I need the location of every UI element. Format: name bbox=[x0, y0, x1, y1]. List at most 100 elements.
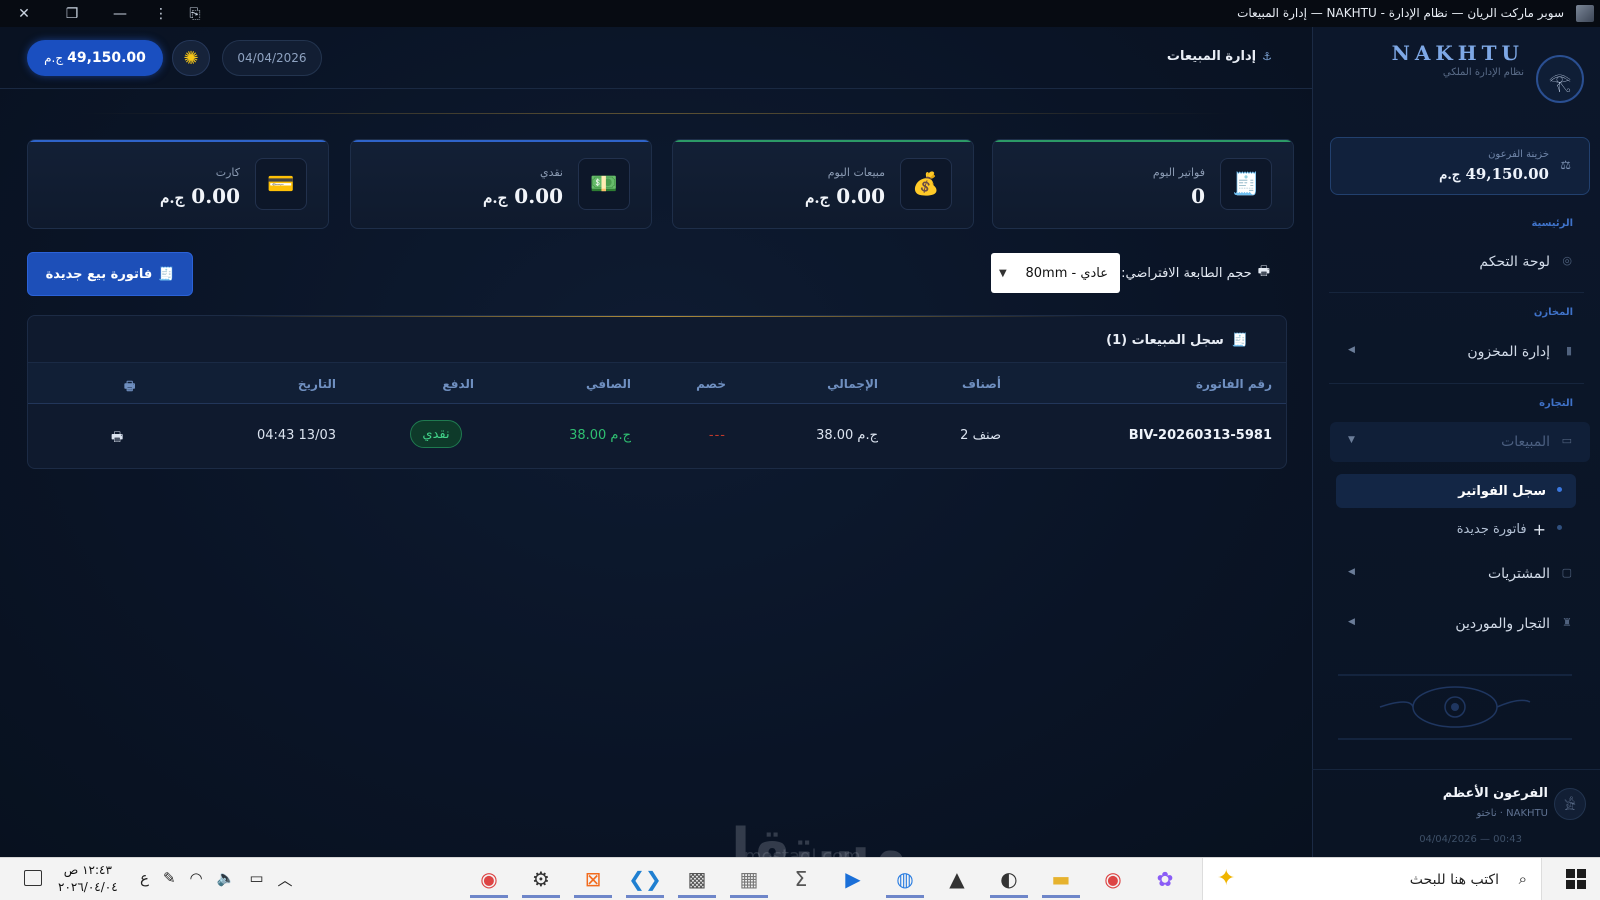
notification-icon[interactable] bbox=[24, 870, 42, 886]
printer-icon: 🖶 bbox=[1257, 264, 1270, 279]
eye-of-horus-decoration bbox=[1338, 674, 1572, 740]
scale-icon: ⚖ bbox=[1560, 158, 1571, 172]
settings-gear-icon[interactable]: ⚙ bbox=[522, 862, 560, 898]
receipt-icon: 🧾 bbox=[1231, 333, 1248, 348]
balance-currency: ج.م bbox=[44, 51, 64, 65]
col-net[interactable]: الصافي bbox=[586, 377, 631, 391]
table-row[interactable]: BIV-20260313-5981 2 صنف 38.00 ج.م --- 38… bbox=[28, 405, 1286, 465]
chrome-alt-icon[interactable]: ◉ bbox=[1094, 862, 1132, 898]
cash-icon: 💵 bbox=[578, 158, 630, 210]
sidebar-item-sales[interactable]: ▭ المبيعات ▼ bbox=[1330, 422, 1590, 462]
invoice-number[interactable]: BIV-20260313-5981 bbox=[1129, 428, 1272, 443]
printer-size-select[interactable]: ▼ 80mm - عادي bbox=[991, 253, 1120, 293]
sidebar-item-label: إدارة المخزون bbox=[1467, 344, 1550, 360]
net-amount: 38.00 ج.م bbox=[569, 428, 631, 443]
main-content: 49,150.00 ج.م ✺ 04/04/2026 ⚓ إدارة المبي… bbox=[0, 27, 1312, 882]
battery-icon[interactable]: ▭ bbox=[249, 869, 263, 890]
treasury-value: 49,150.00 ج.م bbox=[1439, 165, 1549, 183]
col-date[interactable]: التاريخ bbox=[298, 377, 336, 391]
lang-indicator[interactable]: ع bbox=[140, 869, 149, 890]
wifi-icon[interactable]: ◠ bbox=[190, 869, 203, 890]
col-invoice[interactable]: رقم الفاتورة bbox=[1196, 377, 1272, 391]
search-placeholder: اكتب هنا للبحث bbox=[1409, 871, 1499, 888]
col-items[interactable]: أصناف bbox=[962, 377, 1001, 391]
balance-value: 49,150.00 bbox=[67, 50, 146, 66]
col-total[interactable]: الإجمالي bbox=[827, 377, 878, 391]
brand: NAKHTU نظام الإدارة الملكي bbox=[1392, 41, 1524, 78]
vscode-icon[interactable]: ❮❯ bbox=[626, 862, 664, 898]
clock-time: ١٢:٤٣ ص bbox=[63, 863, 112, 877]
sales-log-title-text: سجل المبيعات (1) bbox=[1106, 333, 1224, 348]
stat-label: كارت bbox=[215, 166, 240, 179]
new-sale-invoice-button[interactable]: 🧾 فاتورة بيع جديدة bbox=[27, 252, 193, 296]
treasury-box: خزينة الفرعون 49,150.00 ج.م ⚖ bbox=[1330, 137, 1590, 195]
app-badge-icon[interactable]: ◐ bbox=[990, 862, 1028, 898]
chevron-down-icon: ▼ bbox=[1348, 435, 1355, 445]
printer-size-value: 80mm - عادي bbox=[1025, 265, 1108, 281]
app-image-icon[interactable]: ▩ bbox=[678, 862, 716, 898]
card-icon: 💳 bbox=[255, 158, 307, 210]
col-discount[interactable]: خصم bbox=[696, 377, 726, 391]
media-player-icon[interactable]: ▶ bbox=[834, 862, 872, 898]
pen-icon[interactable]: ✎ bbox=[163, 869, 176, 890]
sidebar-item-invoices-log[interactable]: سجل الفواتير bbox=[1336, 474, 1576, 508]
user-name: الفرعون الأعظم bbox=[1442, 786, 1548, 801]
chrome-icon[interactable]: ◉ bbox=[470, 862, 508, 898]
minimize-icon[interactable]: — bbox=[96, 0, 144, 27]
taskbar: ⌕ اكتب هنا للبحث ✦ ◉ ⚙ ⊠ ❮❯ ▩ ▦ Σ ▶ ◍ ▲ … bbox=[0, 857, 1600, 900]
divider bbox=[1329, 383, 1584, 384]
stat-card-card: 💳 كارت 0.00 ج.م bbox=[27, 139, 329, 229]
close-icon[interactable]: ✕ bbox=[0, 0, 48, 27]
volume-icon[interactable]: 🔈 bbox=[217, 869, 236, 890]
page-header: 49,150.00 ج.م ✺ 04/04/2026 ⚓ إدارة المبي… bbox=[0, 27, 1312, 89]
sales-log-table: 🧾 سجل المبيعات (1) رقم الفاتورة أصناف ال… bbox=[27, 315, 1287, 469]
restore-icon[interactable]: ❐ bbox=[48, 0, 96, 27]
sidebar-item-inventory[interactable]: ▮ إدارة المخزون ◀ bbox=[1330, 332, 1590, 372]
copilot-icon[interactable]: ✿ bbox=[1146, 862, 1184, 898]
browser-icon[interactable]: ◍ bbox=[886, 862, 924, 898]
sidebar-item-label: المبيعات bbox=[1501, 434, 1550, 450]
sidebar: NAKHTU نظام الإدارة الملكي 𓂀 خزينة الفرع… bbox=[1312, 27, 1600, 857]
user-box[interactable]: 𓀀 الفرعون الأعظم NAKHTU · ناختو 04/04/20… bbox=[1312, 769, 1600, 857]
chevron-left-icon: ◀ bbox=[1348, 345, 1355, 355]
sidebar-item-label: سجل الفواتير bbox=[1458, 483, 1546, 499]
sidebar-item-new-invoice[interactable]: + فاتورة جديدة bbox=[1336, 512, 1576, 546]
dashboard-icon: ◎ bbox=[1562, 254, 1572, 267]
payment-badge: نقدي bbox=[410, 420, 462, 448]
user-timestamp: 04/04/2026 — 00:43 bbox=[1419, 834, 1522, 845]
page-title: ⚓ إدارة المبيعات bbox=[1167, 49, 1272, 64]
chevron-up-icon[interactable]: ︿ bbox=[278, 869, 293, 890]
sidebar-item-label: لوحة التحكم bbox=[1479, 254, 1550, 270]
terminal-icon[interactable]: Σ bbox=[782, 862, 820, 898]
taskbar-search[interactable]: ⌕ اكتب هنا للبحث ✦ bbox=[1202, 858, 1542, 900]
chevron-down-icon: ▼ bbox=[999, 267, 1007, 279]
sidebar-item-label: المشتريات bbox=[1487, 566, 1550, 582]
file-explorer-icon[interactable]: ▬ bbox=[1042, 862, 1080, 898]
sun-icon[interactable]: ✺ bbox=[172, 40, 210, 76]
clock[interactable]: ١٢:٤٣ ص ٢٠٢٦/٠٤/٠٤ bbox=[58, 862, 118, 896]
sales-icon: ⚓ bbox=[1262, 50, 1272, 63]
total-amount: 38.00 ج.م bbox=[816, 428, 878, 443]
stat-value: 0 bbox=[1191, 184, 1205, 208]
col-payment[interactable]: الدفع bbox=[442, 377, 474, 391]
discount-amount: --- bbox=[708, 428, 726, 443]
sidebar-item-traders[interactable]: ♜ التجار والموردين ◀ bbox=[1330, 604, 1590, 644]
printer-size-label: 🖶 حجم الطابعة الافتراضي: bbox=[1121, 262, 1270, 284]
window-title: سوبر ماركت الريان — نظام الإدارة - NAKHT… bbox=[1237, 6, 1564, 20]
receipt-icon: 🧾 bbox=[158, 266, 175, 282]
windows-start-icon[interactable] bbox=[1566, 869, 1586, 889]
photos-icon[interactable]: ▦ bbox=[730, 862, 768, 898]
receipt-icon: 🧾 bbox=[1220, 158, 1272, 210]
print-icon[interactable]: 🖶 bbox=[111, 428, 123, 450]
more-menu-icon[interactable]: ⋮ bbox=[144, 0, 178, 27]
xampp-icon[interactable]: ⊠ bbox=[574, 862, 612, 898]
treasury-label: خزينة الفرعون bbox=[1488, 149, 1549, 160]
app-a-icon[interactable]: ▲ bbox=[938, 862, 976, 898]
sidebar-item-purchases[interactable]: ▢ المشتريات ◀ bbox=[1330, 554, 1590, 594]
copilot-sparkle-icon[interactable]: ✦ bbox=[1217, 866, 1235, 891]
sidebar-item-dashboard[interactable]: ◎ لوحة التحكم bbox=[1330, 242, 1590, 282]
stat-label: فواتير اليوم bbox=[1152, 166, 1205, 179]
pin-icon[interactable]: ⎘ bbox=[178, 0, 212, 27]
users-icon: ♜ bbox=[1562, 616, 1572, 629]
balance-pill[interactable]: 49,150.00 ج.م bbox=[27, 40, 163, 76]
